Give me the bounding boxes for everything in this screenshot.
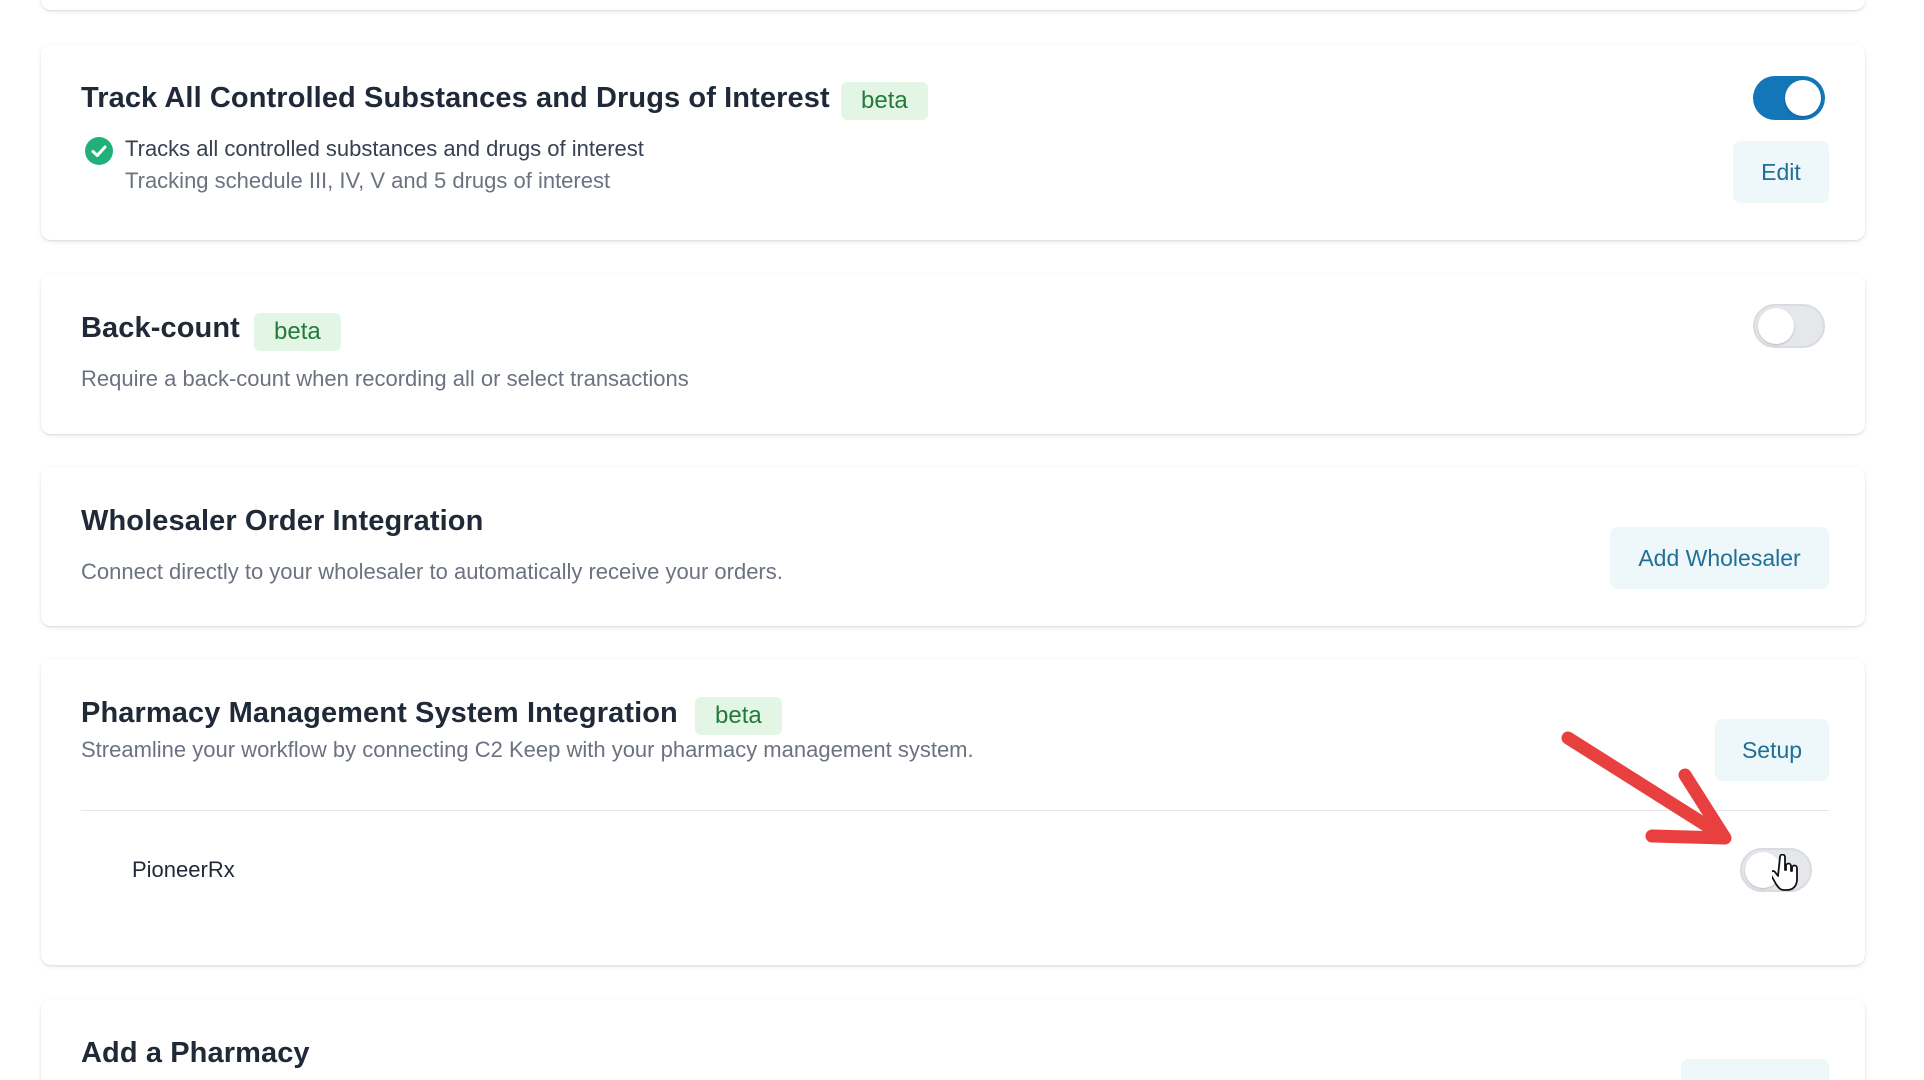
tracking-status-text: Tracks all controlled substances and dru…: [125, 136, 644, 161]
back-count-card: Back-count beta Require a back-count whe…: [41, 274, 1865, 434]
card-description: Require a back-count when recording all …: [81, 366, 689, 391]
beta-badge: beta: [695, 697, 782, 735]
edit-button[interactable]: Edit: [1733, 141, 1829, 203]
card-description: Streamline your workflow by connecting C…: [81, 737, 974, 762]
card-title: Back-count: [81, 312, 240, 344]
card-title: Pharmacy Management System Integration: [81, 697, 678, 729]
add-pharmacy-button[interactable]: [1681, 1059, 1829, 1080]
settings-page: Track All Controlled Substances and Drug…: [0, 0, 1924, 1080]
integration-name: PioneerRx: [132, 857, 235, 882]
card-description: Connect directly to your wholesaler to a…: [81, 559, 783, 584]
card-title: Track All Controlled Substances and Drug…: [81, 82, 830, 114]
previous-card: [41, 0, 1865, 10]
beta-badge: beta: [254, 313, 341, 351]
card-title: Wholesaler Order Integration: [81, 505, 484, 537]
tracking-status-detail: Tracking schedule III, IV, V and 5 drugs…: [125, 168, 611, 193]
hand-cursor-icon: [1772, 854, 1798, 891]
toggle-knob: [1785, 80, 1821, 116]
check-circle-icon: [85, 137, 113, 165]
back-count-toggle[interactable]: [1753, 304, 1825, 348]
track-controlled-card: Track All Controlled Substances and Drug…: [41, 44, 1865, 240]
add-pharmacy-card: Add a Pharmacy: [41, 999, 1865, 1080]
add-wholesaler-button[interactable]: Add Wholesaler: [1610, 527, 1829, 589]
beta-badge: beta: [841, 82, 928, 120]
red-arrow-annotation: [1561, 731, 1732, 845]
toggle-knob: [1758, 308, 1794, 344]
wholesaler-card: Wholesaler Order Integration Connect dir…: [41, 467, 1865, 626]
card-title: Add a Pharmacy: [81, 1037, 310, 1069]
track-controlled-toggle[interactable]: [1753, 76, 1825, 120]
